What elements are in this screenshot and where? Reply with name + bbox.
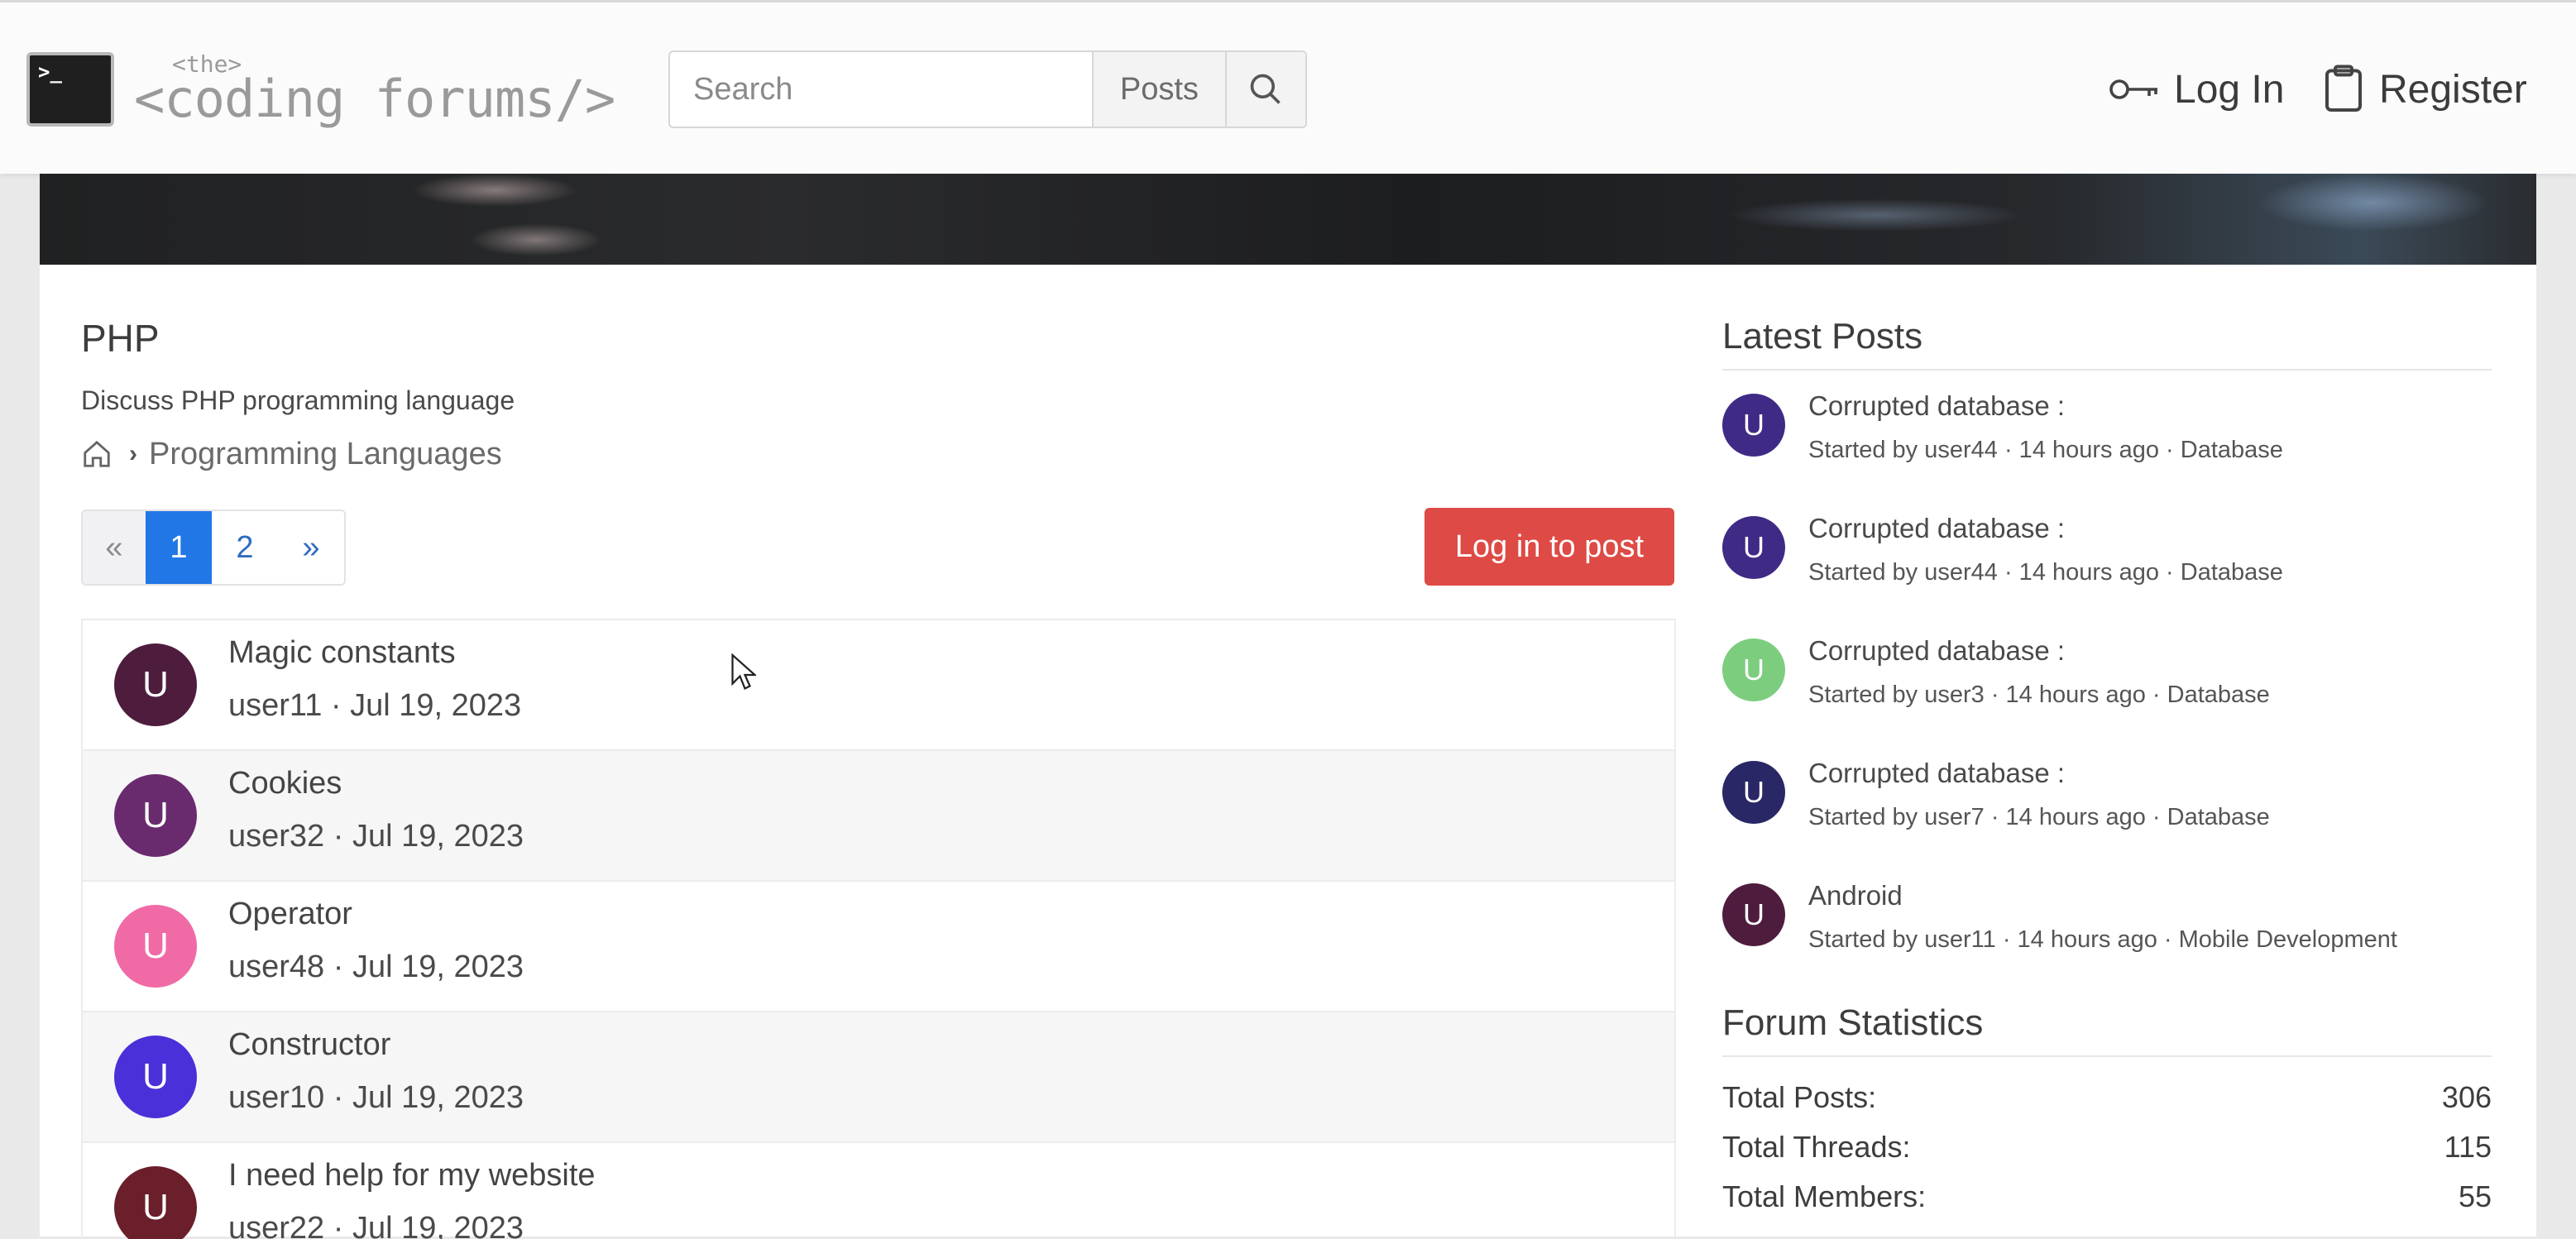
pagination-page-1[interactable]: 1	[146, 511, 212, 584]
stat-row: Total Members: 55	[1722, 1179, 2492, 1221]
thread-meta: user11 · Jul 19, 2023	[228, 688, 522, 723]
logo-prompt: >_	[38, 60, 62, 84]
avatar[interactable]: U	[114, 1166, 197, 1239]
avatar[interactable]: U	[1722, 639, 1785, 701]
avatar[interactable]: U	[1722, 394, 1785, 457]
register-link[interactable]: Register	[2321, 60, 2527, 118]
avatar[interactable]: U	[1722, 516, 1785, 579]
clipboard-icon	[2325, 65, 2362, 112]
latest-post-meta: Started by user11 · 14 hours ago · Mobil…	[1808, 926, 2397, 953]
thread-row[interactable]: U Cookies user32 · Jul 19, 2023	[83, 751, 1674, 882]
avatar[interactable]: U	[114, 1036, 197, 1118]
latest-post-title[interactable]: Corrupted database :	[1808, 758, 2065, 789]
register-label: Register	[2379, 67, 2527, 112]
page-title: PHP	[81, 317, 160, 360]
forum-banner-image	[40, 174, 2536, 265]
login-link[interactable]: Log In	[2108, 60, 2284, 118]
avatar[interactable]: U	[1722, 883, 1785, 946]
pagination-page-2[interactable]: 2	[212, 511, 278, 584]
forum-statistics-heading: Forum Statistics	[1722, 1002, 1984, 1043]
thread-meta: user32 · Jul 19, 2023	[228, 819, 524, 854]
logo-main-text: <coding forums/>	[134, 69, 615, 129]
search-icon	[1251, 74, 1281, 104]
search-scope-dropdown[interactable]: Posts	[1092, 52, 1225, 127]
search-button[interactable]	[1224, 52, 1305, 127]
thread-meta: user48 · Jul 19, 2023	[228, 950, 524, 984]
top-navbar: >_ <the> <coding forums/> Posts Log In R…	[0, 0, 2576, 174]
avatar[interactable]: U	[114, 774, 197, 857]
latest-post-meta: Started by user44 · 14 hours ago · Datab…	[1808, 437, 2283, 463]
thread-row[interactable]: U Operator user48 · Jul 19, 2023	[83, 882, 1674, 1012]
avatar[interactable]: U	[114, 643, 197, 726]
pagination-next[interactable]: »	[278, 511, 344, 584]
stat-label: Total Posts:	[1722, 1080, 1877, 1114]
latest-post-item[interactable]: U Corrupted database : Started by user3 …	[1722, 635, 2492, 743]
latest-post-meta: Started by user7 · 14 hours ago · Databa…	[1808, 804, 2270, 830]
thread-row[interactable]: U Magic constants user11 · Jul 19, 2023	[83, 620, 1674, 751]
thread-meta: user10 · Jul 19, 2023	[228, 1080, 524, 1115]
latest-post-title[interactable]: Corrupted database :	[1808, 635, 2065, 667]
pagination-prev[interactable]: «	[83, 511, 146, 584]
latest-post-item[interactable]: U Corrupted database : Started by user44…	[1722, 513, 2492, 620]
latest-post-title[interactable]: Corrupted database :	[1808, 390, 2065, 422]
search-input[interactable]	[670, 52, 1092, 127]
latest-post-title[interactable]: Corrupted database :	[1808, 513, 2065, 544]
divider	[1722, 1055, 2492, 1057]
chevron-right-icon: ›	[129, 440, 137, 467]
thread-list: U Magic constants user11 · Jul 19, 2023 …	[81, 619, 1676, 1239]
site-logo[interactable]: <the> <coding forums/>	[134, 50, 647, 130]
stat-value: 55	[2458, 1179, 2492, 1213]
breadcrumb-item-programming-languages[interactable]: Programming Languages	[149, 437, 502, 472]
latest-post-meta: Started by user3 · 14 hours ago · Databa…	[1808, 682, 2270, 708]
thread-row[interactable]: U Constructor user10 · Jul 19, 2023	[83, 1012, 1674, 1143]
thread-title[interactable]: Operator	[228, 897, 352, 932]
stat-label: Total Members:	[1722, 1179, 1927, 1213]
stat-row: Total Posts: 306	[1722, 1080, 2492, 1122]
login-to-post-button[interactable]: Log in to post	[1424, 508, 1674, 586]
breadcrumb: › Programming Languages	[81, 433, 502, 475]
thread-row[interactable]: U I need help for my website user22 · Ju…	[83, 1143, 1674, 1239]
home-icon[interactable]	[81, 438, 113, 470]
latest-post-item[interactable]: U Corrupted database : Started by user7 …	[1722, 758, 2492, 865]
thread-title[interactable]: Magic constants	[228, 635, 456, 671]
mouse-cursor-icon	[731, 653, 756, 691]
divider	[1722, 369, 2492, 371]
latest-post-item[interactable]: U Android Started by user11 · 14 hours a…	[1722, 880, 2492, 988]
thread-title[interactable]: I need help for my website	[228, 1158, 596, 1194]
latest-posts-heading: Latest Posts	[1722, 316, 1923, 356]
login-label: Log In	[2174, 67, 2285, 112]
stat-value: 306	[2441, 1080, 2492, 1114]
thread-title[interactable]: Cookies	[228, 766, 342, 801]
thread-title[interactable]: Constructor	[228, 1027, 390, 1063]
stat-label: Total Threads:	[1722, 1130, 1911, 1164]
stat-value: 115	[2444, 1130, 2492, 1164]
key-icon	[2109, 79, 2157, 99]
thread-meta: user22 · Jul 19, 2023	[228, 1211, 524, 1239]
latest-post-title[interactable]: Android	[1808, 880, 1903, 911]
pagination: « 1 2 »	[81, 509, 346, 586]
main-content: PHP Discuss PHP programming language › P…	[40, 265, 2536, 1239]
latest-post-meta: Started by user44 · 14 hours ago · Datab…	[1808, 559, 2283, 586]
stat-row: Total Threads: 115	[1722, 1130, 2492, 1171]
terminal-logo-icon[interactable]: >_	[26, 52, 114, 127]
search-bar: Posts	[668, 50, 1307, 128]
latest-post-item[interactable]: U Corrupted database : Started by user44…	[1722, 390, 2492, 498]
avatar[interactable]: U	[114, 905, 197, 988]
page-description: Discuss PHP programming language	[81, 385, 515, 415]
avatar[interactable]: U	[1722, 761, 1785, 824]
